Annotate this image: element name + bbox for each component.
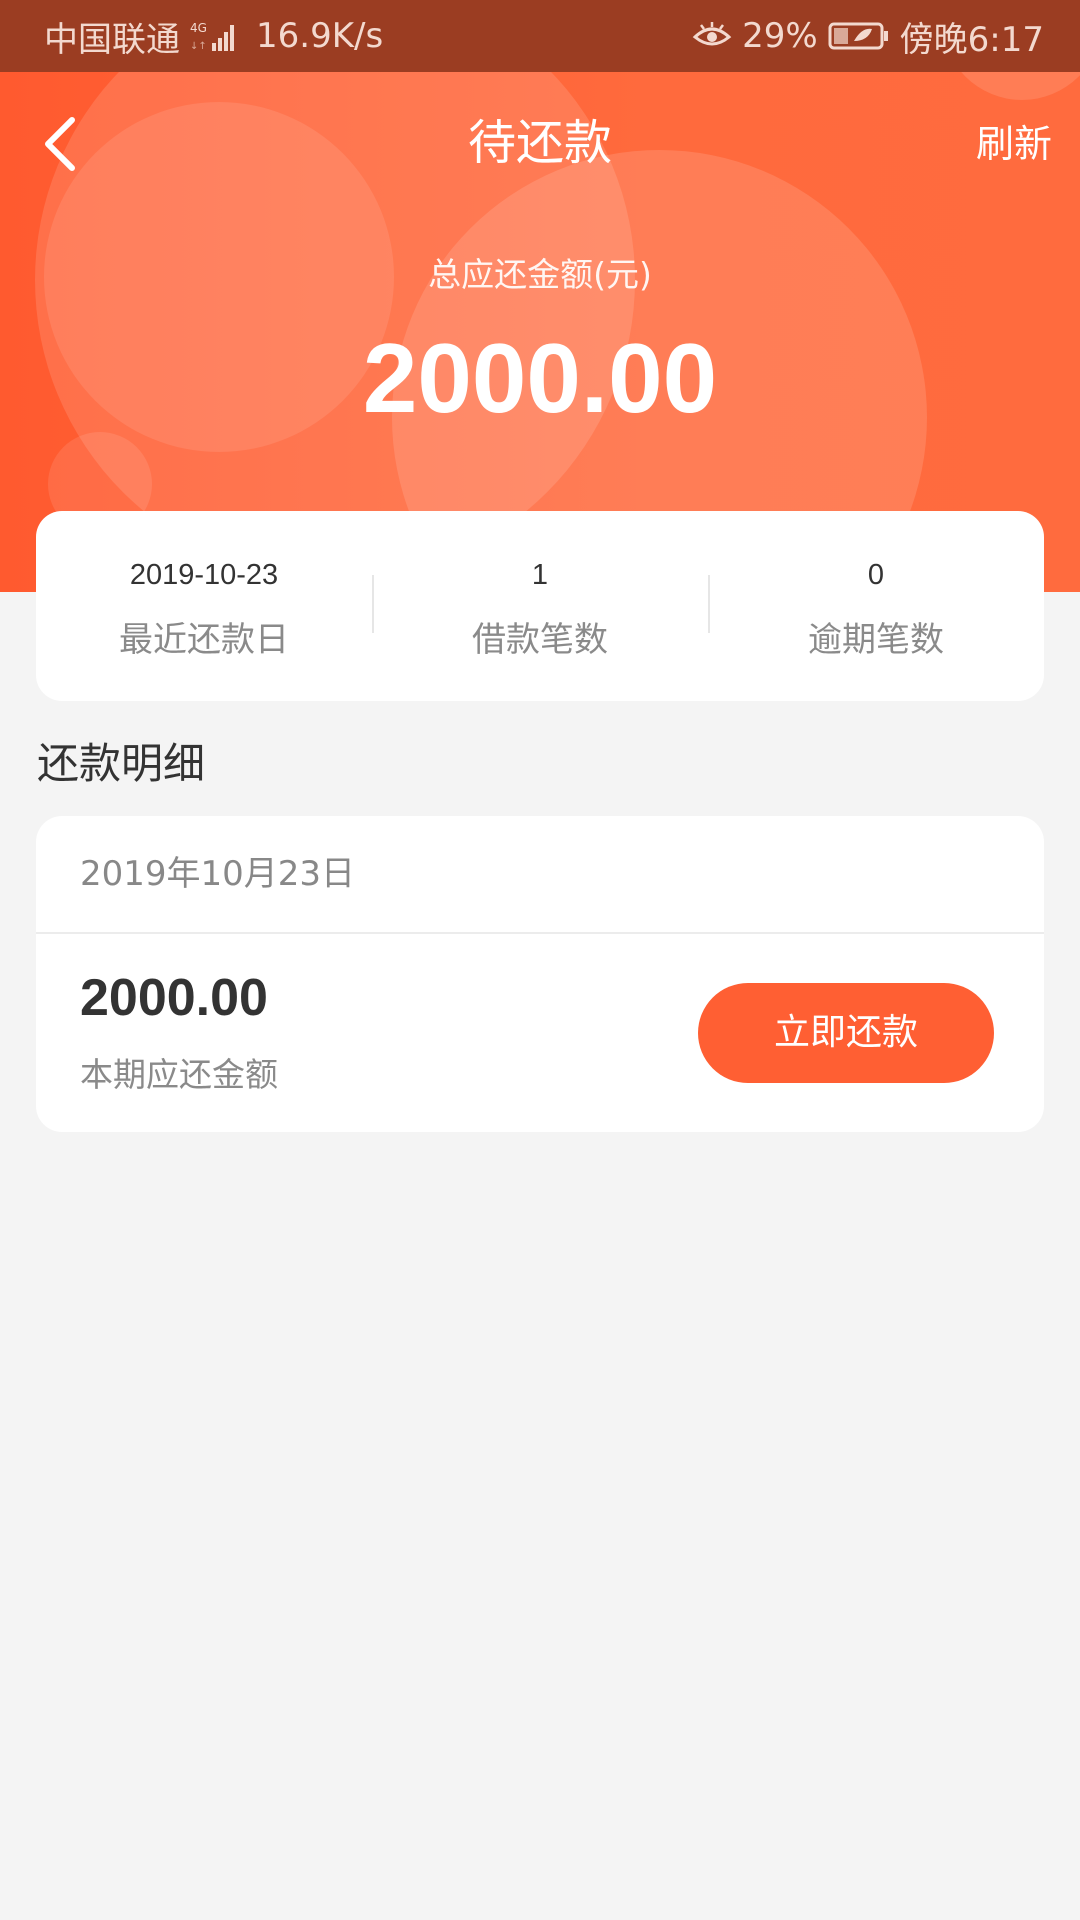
nav-bar: 待还款 刷新 xyxy=(0,72,1080,214)
overdue-count-label: 逾期笔数 xyxy=(808,620,944,660)
period-amount-label: 本期应还金额 xyxy=(80,1055,278,1094)
summary-card: 2019-10-23 最近还款日 1 借款笔数 0 逾期笔数 xyxy=(36,511,1044,701)
period-amount-value: 2000.00 xyxy=(80,969,268,1027)
eye-comfort-icon xyxy=(692,21,732,51)
battery-icon xyxy=(828,21,890,51)
svg-text:↓↑: ↓↑ xyxy=(190,41,207,52)
summary-item-overdue-count: 0 逾期笔数 xyxy=(708,511,1044,701)
repayment-date: 2019年10月23日 xyxy=(80,854,356,894)
summary-item-due-date: 2019-10-23 最近还款日 xyxy=(36,511,372,701)
summary-item-loan-count: 1 借款笔数 xyxy=(372,511,708,701)
overdue-count-value: 0 xyxy=(867,559,885,591)
loan-count-label: 借款笔数 xyxy=(472,620,608,660)
back-button[interactable] xyxy=(30,112,90,176)
status-bar: 中国联通 4G ↓↑ 16.9K/s 29% 傍晚6:17 xyxy=(0,0,1080,72)
battery-percent: 29% xyxy=(742,16,818,56)
refresh-button[interactable]: 刷新 xyxy=(976,118,1052,170)
repay-now-button[interactable]: 立即还款 xyxy=(698,983,994,1083)
page-title: 待还款 xyxy=(467,115,612,171)
signal-icon: 4G ↓↑ xyxy=(188,19,240,53)
clock: 傍晚6:17 xyxy=(899,19,1044,60)
total-amount-label: 总应还金额(元) xyxy=(428,255,652,294)
section-title: 还款明细 xyxy=(37,739,206,788)
svg-text:4G: 4G xyxy=(190,21,207,35)
network-speed: 16.9K/s xyxy=(256,16,384,56)
due-date-label: 最近还款日 xyxy=(119,620,289,660)
due-date-value: 2019-10-23 xyxy=(129,559,279,591)
repayment-detail-card: 2019年10月23日 2000.00 本期应还金额 立即还款 xyxy=(36,816,1044,1132)
loan-count-value: 1 xyxy=(531,559,549,591)
total-amount-value: 2000.00 xyxy=(362,323,718,433)
chevron-left-icon xyxy=(45,117,75,171)
divider xyxy=(36,932,1044,934)
carrier-name: 中国联通 xyxy=(44,19,180,60)
